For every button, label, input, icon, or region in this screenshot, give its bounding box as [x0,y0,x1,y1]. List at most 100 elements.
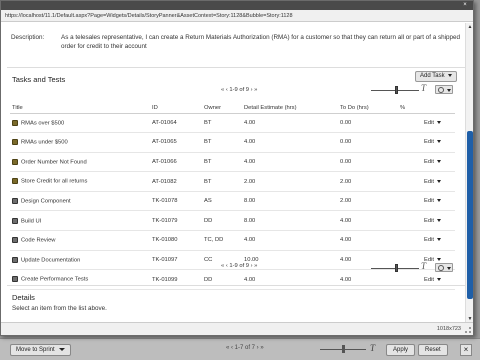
edit-menu-button[interactable]: Edit [422,113,455,134]
cell-percent [398,132,422,153]
text-size-icon[interactable]: T [421,261,426,271]
cell-estimate: 4.00 [242,132,338,153]
vertical-scrollbar[interactable]: ▲ ▼ [465,23,473,323]
row-title[interactable]: Store Credit for all returns [21,179,87,185]
cell-estimate: 4.00 [242,113,338,134]
cell-title[interactable]: Code Review [10,230,150,251]
background-slider[interactable] [320,345,366,353]
table-row[interactable]: RMAs over $500 AT-01064 BT 4.00 0.00 Edit [10,113,455,134]
edit-menu-button[interactable]: Edit [422,210,455,232]
column-header-percent[interactable]: % [398,103,422,114]
popup-close-icon[interactable]: × [460,1,470,10]
row-title[interactable]: Code Review [21,238,55,244]
reset-button[interactable]: Reset [418,344,448,356]
text-size-icon[interactable]: T [421,83,426,93]
cell-percent [398,269,422,290]
cell-id: AT-01064 [150,113,202,134]
column-header-owner[interactable]: Owner [202,103,242,114]
cell-todo: 4.00 [338,230,398,251]
table-row[interactable]: Code Review TK-01080 TC, DD 4.00 4.00 Edit [10,230,455,251]
edit-menu-button[interactable]: Edit [422,152,455,173]
table-row[interactable]: Create Performance Tests TK-01099 DD 4.00 4.… [10,269,455,290]
row-title[interactable]: Order Number Not Found [21,159,87,165]
cell-estimate: 2.00 [242,171,338,192]
edit-label: Edit [424,198,434,205]
close-icon[interactable]: × [460,344,472,356]
cell-estimate: 8.00 [242,210,338,232]
cell-owner: DD [202,210,242,232]
table-row[interactable]: Store Credit for all returns AT-01082 BT 2.… [10,171,455,192]
cell-id: AT-01066 [150,152,202,173]
cell-title[interactable]: RMAs over $500 [10,113,150,134]
row-title[interactable]: Design Component [21,198,71,204]
edit-menu-button[interactable]: Edit [422,269,455,290]
chevron-down-icon [58,347,65,351]
table-row[interactable]: Order Number Not Found AT-01066 BT 4.00 0.00… [10,152,455,173]
column-header-title[interactable]: Title [10,103,150,114]
row-title[interactable]: Update Documentation [21,257,80,263]
scrollbar-thumb[interactable] [467,131,473,299]
cell-todo: 0.00 [338,132,398,153]
text-size-icon: T [370,343,376,353]
row-title[interactable]: Build UI [21,218,41,224]
edit-menu-button[interactable]: Edit [422,191,455,212]
cell-title[interactable]: Order Number Not Found [10,152,150,173]
divider [7,285,465,286]
chevron-down-icon [437,199,441,203]
story-popup-window: × https://localhost/11.1/Default.aspx?Pa… [0,0,474,336]
cell-title[interactable]: Design Component [10,191,150,212]
row-title[interactable]: RMAs over $500 [21,120,64,126]
url-text: https://localhost/11.1/Default.aspx?Page… [5,13,293,19]
chevron-down-icon [437,159,441,163]
cell-todo: 0.00 [338,113,398,134]
task-icon [12,276,18,283]
add-task-button[interactable]: Add Task [415,71,457,82]
edit-menu-button[interactable]: Edit [422,230,455,251]
edit-menu-button[interactable]: Edit [422,171,455,192]
grid-settings-button[interactable] [435,85,453,94]
resize-grip-icon[interactable] [465,327,471,333]
row-title[interactable]: Create Performance Tests [21,277,88,283]
cell-title[interactable]: Create Performance Tests [10,269,150,290]
edit-label: Edit [424,217,434,224]
cell-id: AT-01065 [150,132,202,153]
zoom-slider-bottom[interactable] [371,264,419,272]
cell-owner: DD [202,269,242,290]
table-row[interactable]: Design Component TK-01078 AS 8.00 2.00 Edit [10,191,455,212]
row-title[interactable]: RMAs under $500 [21,140,68,146]
cell-title[interactable]: Build UI [10,210,150,232]
cell-title[interactable]: RMAs under $500 [10,132,150,153]
column-header-id[interactable]: ID [150,103,202,114]
grid-settings-button[interactable] [435,263,453,272]
pager-bottom[interactable]: « ‹ 1-9 of 9 › » [221,263,257,269]
cell-title[interactable]: Store Credit for all returns [10,171,150,192]
column-header-todo[interactable]: To Do (hrs) [338,103,398,114]
table-row[interactable]: RMAs under $500 AT-01065 BT 4.00 0.00 Edit [10,132,455,153]
background-pager[interactable]: « ‹ 1-7 of 7 › » [226,345,264,351]
slider-knob[interactable] [395,86,398,94]
cell-id: AT-01082 [150,171,202,192]
cell-owner: BT [202,113,242,134]
apply-button[interactable]: Apply [386,344,416,356]
test-icon [12,178,18,185]
window-size-text: 1018x723 [436,326,461,332]
cell-title[interactable]: Update Documentation [10,250,150,271]
scroll-up-icon[interactable]: ▲ [467,24,473,30]
edit-label: Edit [424,119,434,126]
table-row[interactable]: Build UI TK-01079 DD 8.00 4.00 Edit [10,210,455,232]
cell-id: TK-01079 [150,210,202,232]
popup-content: Description: As a telesales representati… [1,23,467,323]
move-to-sprint-button[interactable]: Move to Sprint [10,344,71,356]
zoom-slider-top[interactable] [371,86,419,94]
pager-top[interactable]: « ‹ 1-9 of 9 › » [221,87,257,93]
column-header-estimate[interactable]: Detail Estimate (hrs) [242,103,338,114]
edit-menu-button[interactable]: Edit [422,132,455,153]
task-icon [12,217,18,224]
slider-knob[interactable] [395,264,398,272]
cell-percent [398,230,422,251]
slider-knob[interactable] [342,345,345,353]
chevron-down-icon [437,277,441,281]
edit-label: Edit [424,178,434,185]
status-bar: 1018x723 [1,322,473,335]
cell-percent [398,113,422,134]
